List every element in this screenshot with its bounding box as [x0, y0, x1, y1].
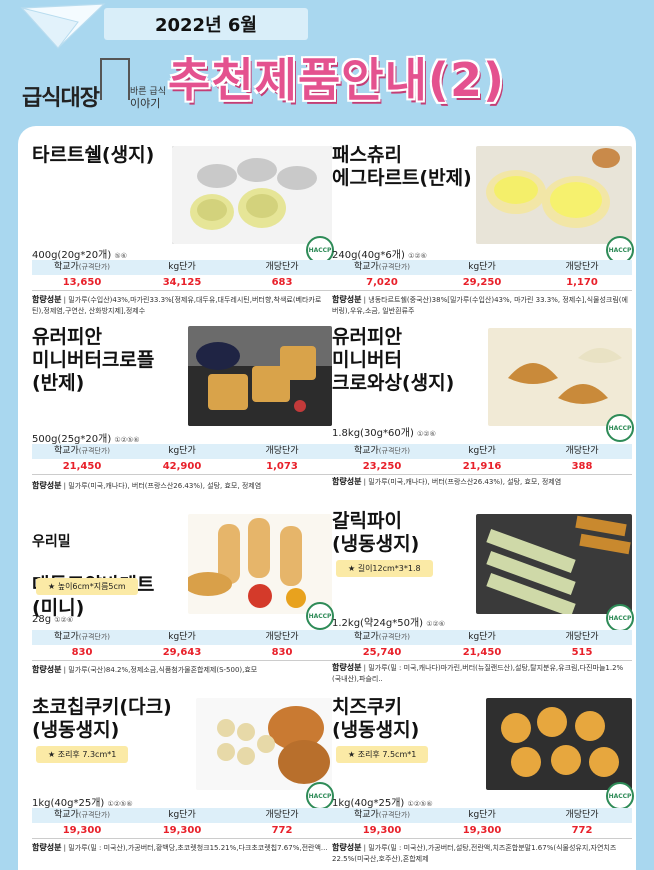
- product-card: 우리밀 대통모양바게트 (미니) ★ 높이6cm*지름5cm HACCP 28g…: [32, 510, 334, 678]
- ingredients: 함량성분 | 밀가루(수입산)43%,마가린33.3%[정제유,대두유,대두레시…: [32, 295, 322, 315]
- product-weight: 400g(20g*20개) ⑤⑥: [32, 250, 127, 261]
- product-name: 패스츄리 에그타르트(반제): [332, 144, 472, 189]
- price-table: 학교가(규격단가) kg단가 개당단가 25,740 21,450 515: [332, 630, 632, 661]
- product-name: 타르트쉘(생지): [32, 144, 155, 166]
- product-photo: [488, 328, 632, 426]
- ingredients: 함량성분 | 밀가루(국산)84.2%,정제소금,식품첨가물혼합제제(S-500…: [32, 665, 258, 674]
- product-weight: 1kg(40g*25개) ①②⑤⑥: [332, 798, 433, 809]
- product-photo: [476, 146, 632, 244]
- product-name: 우리밀 대통모양바게트 (미니): [32, 534, 154, 619]
- product-card: 패스츄리 에그타르트(반제) HACCP 240g(40g*6개) ①②⑥ 학교…: [332, 144, 634, 316]
- product-photo: [476, 514, 632, 614]
- school-price: 830: [32, 645, 132, 661]
- ingredients: 함량성분 | 밀가루(밀 : 미국산),가공버터,설탕,전란액,치즈혼합분말1.…: [332, 843, 617, 863]
- size-badge: ★ 조리후 7.5cm*1: [336, 746, 429, 763]
- brand-logo: 급식대장: [22, 80, 100, 112]
- haccp-badge: HACCP: [606, 414, 634, 442]
- kg-price: 29,643: [132, 645, 232, 661]
- ingredients: 함량성분 | 밀가루(미국,캐나다), 버터(프랑스산26.43%), 설탕, …: [332, 477, 562, 486]
- product-weight: 240g(40g*6개) ①②⑥: [332, 250, 427, 261]
- haccp-badge: HACCP: [306, 782, 334, 810]
- kg-price: 34,125: [132, 275, 232, 291]
- product-weight: 1kg(40g*25개) ①②⑤⑥: [32, 798, 133, 809]
- product-photo: [188, 514, 332, 614]
- price-table: 학교가(규격단가) kg단가 개당단가 830 29,643 830: [32, 630, 332, 661]
- price-table: 학교가(규격단가) kg단가 개당단가 7,020 29,250 1,170: [332, 260, 632, 291]
- product-card: 유러피안 미니버터 크로와상(생지) HACCP 1.8kg(30g*60개) …: [332, 326, 634, 494]
- product-name: 유러피안 미니버터크로플 (반제): [32, 326, 155, 394]
- issue-date: 2022년 6월: [104, 8, 308, 40]
- school-price: 23,250: [332, 459, 432, 475]
- page-title: 추천제품안내(2): [168, 53, 505, 107]
- size-badge: ★ 조리후 7.3cm*1: [36, 746, 129, 763]
- product-card: 치즈쿠키 (냉동생지) ★ 조리후 7.5cm*1 HACCP 1kg(40g*…: [332, 696, 634, 868]
- ingredients: 함량성분 | 밀가루(밀 : 미국,캐나다)마가린,버터(뉴질랜드산),설탕,탈…: [332, 663, 624, 683]
- ingredients: 함량성분 | 밀가루(미국,캐나다), 버터(프랑스산26.43%), 설탕, …: [32, 481, 262, 490]
- size-badge: ★ 길이12cm*3*1.8: [336, 560, 433, 577]
- school-price: 21,450: [32, 459, 132, 475]
- unit-price: 772: [232, 823, 332, 839]
- school-price: 19,300: [32, 823, 132, 839]
- product-weight: 28g ①②⑥: [32, 614, 74, 625]
- brand-subtitle: 바른 급식 이야기: [130, 87, 166, 110]
- haccp-badge: HACCP: [606, 604, 634, 632]
- unit-price: 388: [532, 459, 632, 475]
- ingredients: 함량성분 | 냉동타르트쉘(중국산)38%[밀가루(수입산)43%, 마가린 3…: [332, 295, 628, 315]
- unit-price: 772: [532, 823, 632, 839]
- page-header: 2022년 6월 급식대장 바른 급식 이야기 추천제품안내(2): [0, 0, 654, 130]
- kg-price: 19,300: [132, 823, 232, 839]
- size-badge: ★ 높이6cm*지름5cm: [36, 578, 138, 595]
- haccp-badge: HACCP: [606, 782, 634, 810]
- product-weight: 1.2kg(약24g*50개) ①②⑥: [332, 618, 446, 629]
- product-name: 초코칩쿠키(다크) (냉동생지): [32, 696, 172, 741]
- school-price: 25,740: [332, 645, 432, 661]
- product-name: 갈릭파이 (냉동생지): [332, 510, 420, 555]
- product-card: 유러피안 미니버터크로플 (반제) 500g(25g*20개) ①②⑤⑥ 학교가…: [32, 326, 332, 494]
- paper-plane-icon: [20, 3, 106, 49]
- product-name: 유러피안 미니버터 크로와상(생지): [332, 326, 455, 394]
- unit-price: 683: [232, 275, 332, 291]
- ingredients: 함량성분 | 밀가루(밀 : 미국산),가공버터,황백당,초코렛청크15.21%…: [32, 843, 328, 852]
- unit-price: 830: [232, 645, 332, 661]
- product-panel: 타르트쉘(생지) HACCP 400g(20g*20개) ⑤⑥ 학교가(규격단가…: [18, 126, 636, 870]
- product-card: 타르트쉘(생지) HACCP 400g(20g*20개) ⑤⑥ 학교가(규격단가…: [32, 144, 334, 316]
- kg-price: 21,916: [432, 459, 532, 475]
- kg-price: 42,900: [132, 459, 232, 475]
- unit-price: 515: [532, 645, 632, 661]
- product-weight: 1.8kg(30g*60개) ①②⑥: [332, 428, 436, 439]
- kg-price: 29,250: [432, 275, 532, 291]
- price-table: 학교가(규격단가) kg단가 개당단가 23,250 21,916 388: [332, 444, 632, 475]
- school-price: 7,020: [332, 275, 432, 291]
- product-card: 갈릭파이 (냉동생지) ★ 길이12cm*3*1.8 HACCP 1.2kg(약…: [332, 510, 634, 683]
- product-weight: 500g(25g*20개) ①②⑤⑥: [32, 434, 140, 445]
- product-photo: [188, 326, 332, 426]
- kg-price: 19,300: [432, 823, 532, 839]
- unit-price: 1,170: [532, 275, 632, 291]
- unit-price: 1,073: [232, 459, 332, 475]
- price-table: 학교가(규격단가) kg단가 개당단가 13,650 34,125 683: [32, 260, 332, 291]
- price-table: 학교가(규격단가) kg단가 개당단가 19,300 19,300 772: [332, 808, 632, 839]
- product-photo: [196, 698, 332, 790]
- brand-logo-mark: [100, 58, 130, 100]
- brand-name: 급식대장: [22, 86, 100, 111]
- price-table: 학교가(규격단가) kg단가 개당단가 21,450 42,900 1,073: [32, 444, 332, 475]
- product-card: 초코칩쿠키(다크) (냉동생지) ★ 조리후 7.3cm*1 HACCP 1kg…: [32, 696, 334, 868]
- school-price: 19,300: [332, 823, 432, 839]
- product-name: 치즈쿠키 (냉동생지): [332, 696, 420, 741]
- product-photo: [486, 698, 632, 790]
- price-table: 학교가(규격단가) kg단가 개당단가 19,300 19,300 772: [32, 808, 332, 839]
- product-photo: [172, 146, 332, 244]
- haccp-badge: HACCP: [306, 602, 334, 630]
- kg-price: 21,450: [432, 645, 532, 661]
- school-price: 13,650: [32, 275, 132, 291]
